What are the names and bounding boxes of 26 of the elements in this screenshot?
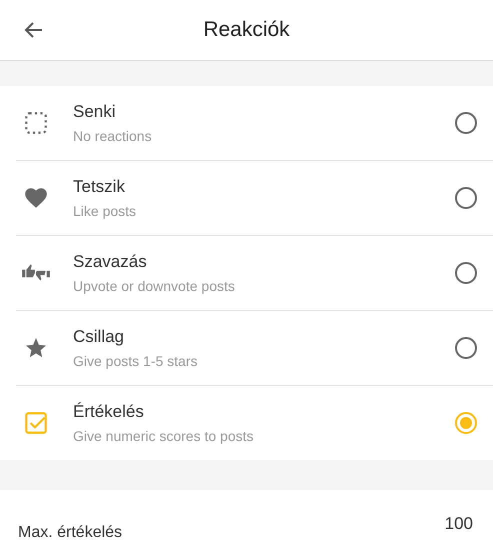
screen-title: Reakciók [203,18,290,42]
reaction-option[interactable]: Csillag Give posts 1-5 stars [16,311,493,386]
setting-value[interactable]: 100 [444,514,473,534]
option-title: Tetszik [73,177,125,197]
radio-button[interactable] [455,412,477,434]
radio-button[interactable] [455,112,477,134]
star-icon [24,336,48,360]
option-description: Like posts [73,203,136,219]
reaction-option[interactable]: Tetszik Like posts [16,161,493,236]
option-description: Give numeric scores to posts [73,428,254,444]
radio-button[interactable] [455,337,477,359]
radio-button[interactable] [455,262,477,284]
option-description: Give posts 1-5 stars [73,353,198,369]
setting-label: Max. értékelés [18,524,122,542]
checkbox-icon [23,410,49,436]
option-description: Upvote or downvote posts [73,278,235,294]
radio-button[interactable] [455,187,477,209]
dashed-square-icon [23,110,49,136]
option-description: No reactions [73,128,152,144]
option-title: Értékelés [73,402,144,422]
reaction-option[interactable]: Senki No reactions [16,86,493,161]
reaction-option[interactable]: Szavazás Upvote or downvote posts [16,236,493,311]
reaction-option[interactable]: Értékelés Give numeric scores to posts [16,386,493,460]
option-title: Szavazás [73,252,147,272]
option-title: Csillag [73,327,124,347]
option-title: Senki [73,102,116,122]
